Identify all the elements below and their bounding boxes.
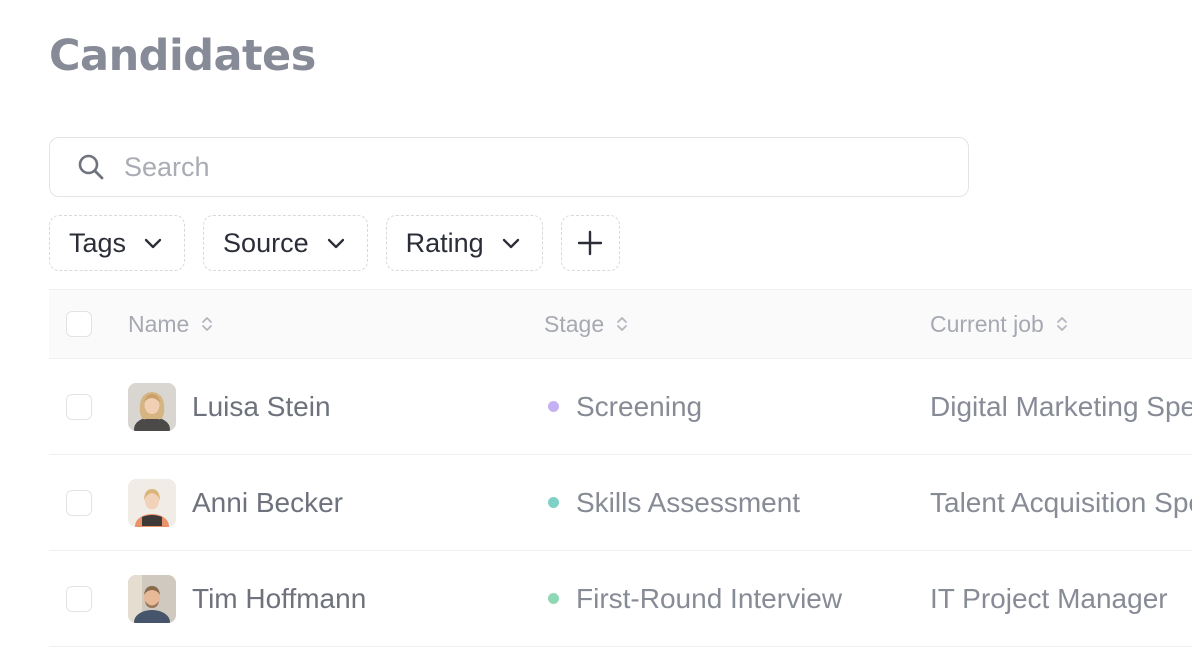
column-label: Current job [930,310,1044,337]
chevron-down-icon [500,232,522,254]
candidate-name: Anni Becker [192,486,343,518]
stage-cell: First-Round Interview [544,551,842,646]
chevron-down-icon [142,232,164,254]
search-bar[interactable] [49,137,969,197]
stage-cell: Screening [544,359,702,454]
column-header-stage: Stage [544,290,628,358]
column-label: Name [128,310,190,337]
candidate-name-cell: Tim Hoffmann [128,551,366,646]
current-job-cell: IT Project Manager [930,551,1192,646]
row-checkbox[interactable] [66,585,92,612]
filter-rating-button[interactable]: Rating [385,215,543,271]
select-all-checkbox[interactable] [66,311,92,337]
stage-dot-icon [548,593,559,604]
sort-icon [201,314,213,334]
row-select-cell [66,551,92,646]
filter-label: Source [223,227,309,258]
sort-icon [616,314,628,334]
sort-stage-button[interactable]: Stage [544,311,628,338]
sort-icon [1056,314,1068,334]
filter-label: Tags [69,227,127,258]
table-header: Name Stage Current job [49,289,1192,359]
filter-source-button[interactable]: Source [203,215,368,271]
candidates-table: Name Stage Current job Luisa Stein Scree… [49,289,1192,647]
select-all-cell [66,290,92,358]
stage-label: Skills Assessment [576,486,801,518]
current-job: IT Project Manager [930,582,1168,614]
stage-dot-icon [548,497,559,508]
row-select-cell [66,359,92,454]
filter-tags-button[interactable]: Tags [49,215,186,271]
sort-name-button[interactable]: Name [128,311,213,338]
avatar [128,478,176,527]
table-row[interactable]: Tim Hoffmann First-Round Interview IT Pr… [49,551,1192,647]
sort-current-job-button[interactable]: Current job [930,311,1068,338]
row-checkbox[interactable] [66,393,92,420]
table-row[interactable]: Luisa Stein Screening Digital Marketing … [49,359,1192,455]
candidate-name-cell: Luisa Stein [128,359,331,454]
current-job-cell: Digital Marketing Specialist [930,359,1192,454]
avatar [128,382,176,431]
stage-label: Screening [576,390,703,422]
filter-bar: Tags Source Rating [49,215,620,273]
current-job: Talent Acquisition Specialist [930,486,1192,518]
avatar [128,574,176,623]
row-select-cell [66,455,92,550]
plus-icon [577,230,603,256]
stage-dot-icon [548,401,559,412]
candidate-name: Luisa Stein [192,390,331,422]
page-title: Candidates [49,31,316,81]
column-label: Stage [544,310,605,337]
search-icon [76,152,106,182]
current-job-cell: Talent Acquisition Specialist [930,455,1192,550]
filter-label: Rating [405,227,484,258]
table-row[interactable]: Anni Becker Skills Assessment Talent Acq… [49,455,1192,551]
column-header-name: Name [128,290,213,358]
column-header-current-job: Current job [930,290,1192,358]
stage-cell: Skills Assessment [544,455,800,550]
add-filter-button[interactable] [560,215,620,271]
stage-label: First-Round Interview [576,582,843,614]
search-input[interactable] [124,147,944,187]
candidate-name-cell: Anni Becker [128,455,343,550]
candidate-name: Tim Hoffmann [192,582,367,614]
current-job: Digital Marketing Specialist [930,390,1192,422]
chevron-down-icon [325,232,347,254]
row-checkbox[interactable] [66,489,92,516]
